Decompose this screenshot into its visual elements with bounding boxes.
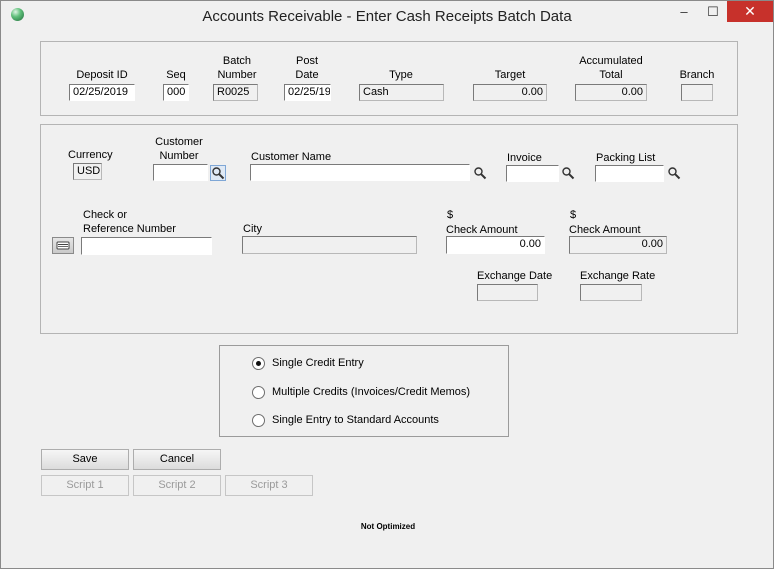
- customer-name-field[interactable]: [250, 164, 470, 181]
- branch-field: [681, 84, 713, 101]
- entry-mode-radio-group: Single Credit Entry Multiple Credits (In…: [219, 345, 509, 437]
- batch-number-label-line1: Batch: [222, 55, 252, 67]
- maximize-button[interactable]: ☐: [699, 1, 727, 22]
- app-window: Accounts Receivable - Enter Cash Receipt…: [0, 0, 774, 569]
- customer-number-label-line1: Customer: [155, 136, 203, 148]
- card-reader-icon[interactable]: [52, 237, 74, 254]
- check-amount-1-field[interactable]: 0.00: [446, 236, 545, 254]
- single-credit-radio[interactable]: [252, 357, 265, 370]
- invoice-magnifier-icon[interactable]: [561, 166, 577, 182]
- check-ref-field[interactable]: [81, 237, 212, 255]
- save-button[interactable]: Save: [41, 449, 129, 470]
- customer-name-magnifier-icon[interactable]: [473, 166, 489, 182]
- seq-field[interactable]: 000: [163, 84, 189, 101]
- post-date-field[interactable]: 02/25/19: [284, 84, 331, 101]
- city-field: [242, 236, 417, 254]
- script-2-button[interactable]: Script 2: [133, 475, 221, 496]
- standard-accounts-radio[interactable]: [252, 414, 265, 427]
- check-amount-2-field: 0.00: [569, 236, 667, 254]
- multiple-credits-radio[interactable]: [252, 386, 265, 399]
- check-ref-label-line1: Check or: [83, 209, 128, 221]
- script-3-button[interactable]: Script 3: [225, 475, 313, 496]
- city-label: City: [243, 223, 262, 235]
- standard-accounts-label[interactable]: Single Entry to Standard Accounts: [272, 413, 439, 427]
- accum-total-label-line2: Total: [599, 69, 623, 81]
- optimization-status-note: Not Optimized: [360, 522, 416, 531]
- exchange-rate-label: Exchange Rate: [580, 270, 656, 282]
- batch-header-panel: Deposit ID 02/25/2019 Seq 000 Batch Numb…: [40, 41, 738, 116]
- minimize-button[interactable]: –: [669, 1, 699, 22]
- cancel-button[interactable]: Cancel: [133, 449, 221, 470]
- entry-panel: Currency USD Customer Number Customer Na…: [40, 124, 738, 334]
- window-title: Accounts Receivable - Enter Cash Receipt…: [202, 8, 572, 25]
- batch-number-field: R0025: [213, 84, 258, 101]
- invoice-label: Invoice: [507, 152, 542, 164]
- customer-number-field[interactable]: [153, 164, 208, 181]
- check-ref-label-line2: Reference Number: [83, 223, 176, 235]
- target-field: 0.00: [473, 84, 547, 101]
- packing-list-magnifier-icon[interactable]: [667, 166, 683, 182]
- invoice-field[interactable]: [506, 165, 559, 182]
- deposit-id-field[interactable]: 02/25/2019: [69, 84, 135, 101]
- title-bar: Accounts Receivable - Enter Cash Receipt…: [1, 1, 773, 31]
- customer-lookup-magnifier-icon[interactable]: [210, 165, 226, 181]
- branch-label: Branch: [679, 69, 715, 81]
- exchange-date-label: Exchange Date: [477, 270, 553, 282]
- type-label: Type: [389, 69, 413, 81]
- exchange-rate-field: [580, 284, 642, 301]
- post-date-label-line2: Date: [295, 69, 319, 81]
- currency-field: USD: [73, 163, 102, 180]
- customer-number-label-line2: Number: [159, 150, 199, 162]
- radio-selected-dot: [256, 361, 261, 366]
- accum-total-label-line1: Accumulated: [579, 55, 643, 67]
- seq-label: Seq: [166, 69, 186, 81]
- type-field: Cash: [359, 84, 444, 101]
- single-credit-label[interactable]: Single Credit Entry: [272, 356, 364, 370]
- customer-name-label: Customer Name: [251, 151, 332, 163]
- close-button[interactable]: ✕: [727, 1, 773, 22]
- check-amount-2-currency: $: [570, 209, 577, 221]
- currency-label: Currency: [68, 149, 113, 161]
- exchange-date-field: [477, 284, 538, 301]
- accum-total-field: 0.00: [575, 84, 647, 101]
- post-date-label-line1: Post: [295, 55, 318, 67]
- check-amount-1-currency: $: [447, 209, 454, 221]
- packing-list-label: Packing List: [596, 152, 656, 164]
- multiple-credits-label[interactable]: Multiple Credits (Invoices/Credit Memos): [272, 385, 470, 399]
- script-1-button[interactable]: Script 1: [41, 475, 129, 496]
- packing-list-field[interactable]: [595, 165, 664, 182]
- target-label: Target: [494, 69, 526, 81]
- batch-number-label-line2: Number: [217, 69, 257, 81]
- deposit-id-label: Deposit ID: [76, 69, 128, 81]
